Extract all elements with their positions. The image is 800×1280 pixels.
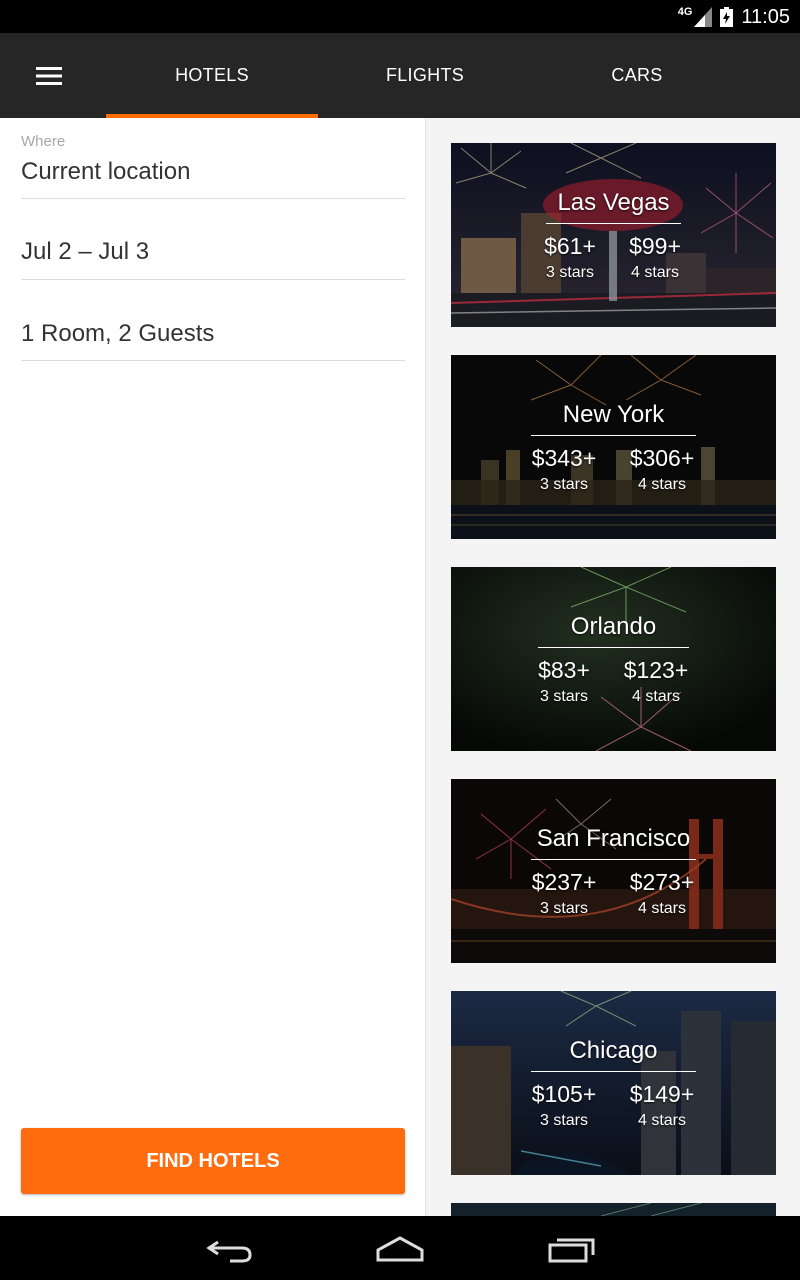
deal-4star: $273+ 4 stars	[612, 869, 712, 918]
deal-4star: $306+ 4 stars	[612, 445, 712, 494]
home-button[interactable]	[370, 1228, 430, 1268]
deal-4star: $149+ 4 stars	[612, 1081, 712, 1130]
deal-card-new-york[interactable]: New York $343+ 3 stars $306+ 4 stars	[451, 355, 776, 539]
tab-cars[interactable]: CARS	[531, 33, 743, 118]
deal-price-3star: $237+	[531, 869, 597, 895]
deal-card-partial[interactable]	[451, 1203, 776, 1216]
deal-4star: $123+ 4 stars	[606, 657, 706, 706]
clock: 11:05	[741, 5, 790, 28]
deal-price-3star: $343+	[531, 445, 597, 471]
find-hotels-button[interactable]: FIND HOTELS	[21, 1128, 405, 1194]
recents-button[interactable]	[541, 1228, 601, 1268]
deal-city: Orlando	[570, 613, 657, 640]
find-hotels-label: FIND HOTELS	[146, 1149, 280, 1172]
battery-icon	[720, 7, 734, 27]
status-icons: 4G 11:05	[678, 4, 790, 30]
where-field[interactable]: Where Current location	[21, 118, 405, 199]
deal-3star: $343+ 3 stars	[514, 445, 614, 494]
next-deal-photo	[451, 1203, 776, 1216]
signal-icon	[694, 7, 713, 27]
app-bar: HOTELS FLIGHTS CARS	[0, 33, 800, 118]
deal-divider	[531, 1071, 696, 1072]
deals-list: Las Vegas $61+ 3 stars $99+ 4 stars New …	[426, 118, 800, 1216]
where-label: Where	[21, 133, 66, 150]
deal-city: San Francisco	[536, 825, 691, 852]
deal-card-las-vegas[interactable]: Las Vegas $61+ 3 stars $99+ 4 stars	[451, 143, 776, 327]
search-form: Where Current location Jul 2 – Jul 3 1 R…	[0, 118, 426, 1216]
network-type: 4G	[677, 6, 693, 18]
menu-icon	[36, 67, 62, 85]
deal-card-san-francisco[interactable]: San Francisco $237+ 3 stars $273+ 4 star…	[451, 779, 776, 963]
guests-value: 1 Room, 2 Guests	[21, 320, 215, 347]
system-nav-bar	[0, 1216, 800, 1280]
deal-price-4star: $149+	[629, 1081, 695, 1107]
deal-stars-3: 3 stars	[539, 1112, 588, 1129]
deal-divider	[531, 435, 696, 436]
dates-value: Jul 2 – Jul 3	[21, 238, 150, 265]
deal-divider	[538, 647, 689, 648]
deal-3star: $237+ 3 stars	[514, 869, 614, 918]
tab-hotels[interactable]: HOTELS	[106, 33, 318, 118]
deal-city: Las Vegas	[557, 189, 670, 216]
deal-3star: $105+ 3 stars	[514, 1081, 614, 1130]
deal-3star: $83+ 3 stars	[514, 657, 614, 706]
back-button[interactable]	[200, 1228, 260, 1268]
deal-stars-3: 3 stars	[539, 688, 588, 705]
home-icon	[376, 1236, 424, 1262]
deal-price-3star: $105+	[531, 1081, 597, 1107]
deal-stars-4: 4 stars	[637, 1112, 686, 1129]
deal-stars-3: 3 stars	[539, 476, 588, 493]
deal-city: New York	[562, 401, 665, 428]
tab-hotels-label: HOTELS	[175, 65, 249, 85]
deal-card-orlando[interactable]: Orlando $83+ 3 stars $123+ 4 stars	[451, 567, 776, 751]
deal-divider	[546, 223, 681, 224]
menu-button[interactable]	[20, 55, 78, 97]
deal-stars-4: 4 stars	[637, 900, 686, 917]
dates-field[interactable]: Jul 2 – Jul 3	[21, 198, 405, 280]
deal-stars-4: 4 stars	[637, 476, 686, 493]
deal-price-4star: $123+	[623, 657, 689, 683]
deal-stars-3: 3 stars	[539, 900, 588, 917]
guests-field[interactable]: 1 Room, 2 Guests	[21, 279, 405, 361]
back-icon	[206, 1240, 252, 1263]
where-value: Current location	[21, 158, 191, 185]
recents-icon	[548, 1238, 595, 1263]
tab-flights[interactable]: FLIGHTS	[319, 33, 531, 118]
deal-city: Chicago	[569, 1037, 658, 1064]
deal-price-4star: $99+	[629, 233, 681, 259]
deal-price-3star: $83+	[538, 657, 590, 683]
status-bar: 4G 11:05	[0, 0, 800, 33]
tab-cars-label: CARS	[611, 65, 663, 85]
deal-4star: $99+ 4 stars	[605, 233, 705, 282]
deal-price-4star: $273+	[629, 869, 695, 895]
tab-flights-label: FLIGHTS	[385, 65, 465, 85]
deal-price-4star: $306+	[629, 445, 695, 471]
deal-card-chicago[interactable]: Chicago $105+ 3 stars $149+ 4 stars	[451, 991, 776, 1175]
deal-divider	[531, 859, 696, 860]
deal-stars-4: 4 stars	[630, 264, 679, 281]
deal-stars-4: 4 stars	[631, 688, 680, 705]
